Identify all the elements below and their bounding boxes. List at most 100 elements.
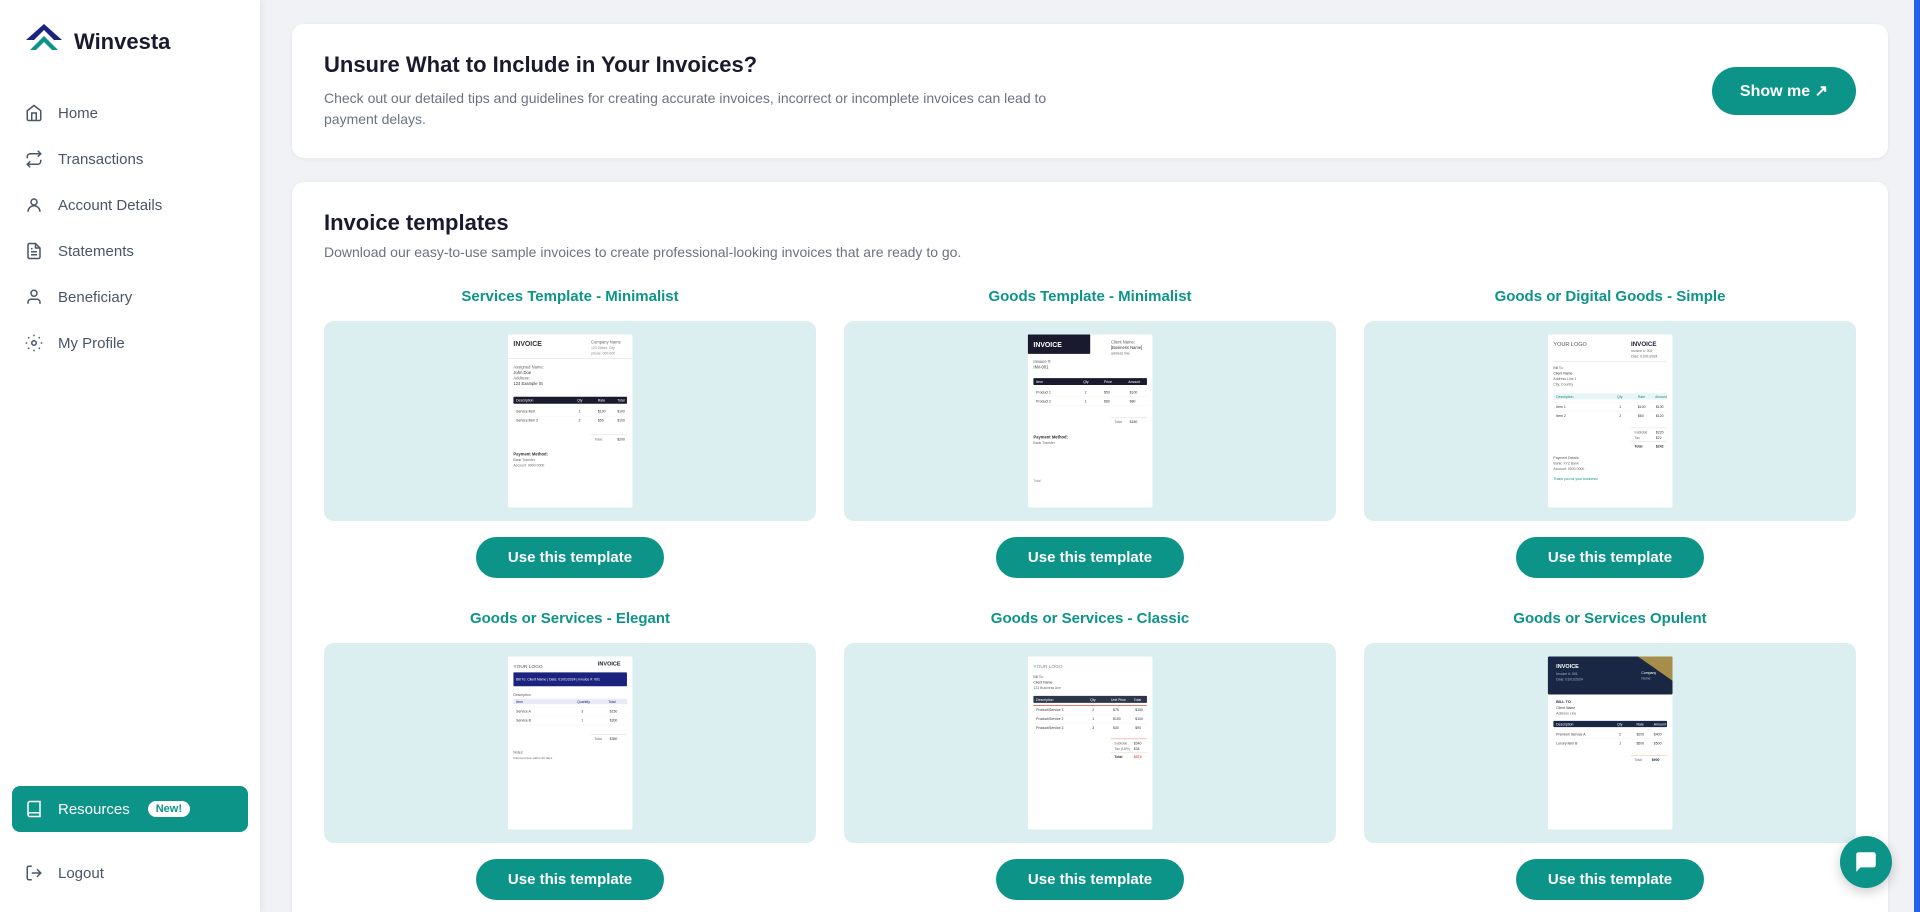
svg-text:$50: $50	[1104, 390, 1110, 394]
template-svg-goods-services-elegant: YOUR LOGO INVOICE Bill To: Client Name |…	[398, 653, 742, 833]
svg-text:Description: Description	[513, 693, 530, 697]
svg-text:$200: $200	[617, 437, 625, 441]
svg-text:3: 3	[1092, 726, 1094, 730]
svg-text:Payment Method:: Payment Method:	[513, 452, 548, 457]
template-title-goods-services-opulent: Goods or Services Opulent	[1513, 610, 1706, 627]
template-svg-services-minimalist: INVOICE Company Name 123 Street, City ph…	[398, 331, 742, 511]
use-template-button-goods-services-opulent[interactable]: Use this template	[1516, 859, 1704, 900]
sidebar-bottom: Logout	[0, 850, 260, 912]
sidebar-item-transactions[interactable]: Transactions	[0, 136, 260, 182]
svg-text:Luxury Item B: Luxury Item B	[1556, 741, 1578, 745]
svg-text:Description: Description	[1036, 698, 1053, 702]
svg-text:Date: 01/01/2024: Date: 01/01/2024	[1556, 678, 1583, 682]
template-card-goods-minimalist: Goods Template - Minimalist INVOICE Clie…	[844, 288, 1336, 578]
show-me-button[interactable]: Show me ↗	[1712, 67, 1856, 115]
svg-text:Amount: Amount	[1655, 395, 1667, 399]
svg-text:Total: Total	[608, 700, 616, 704]
template-svg-goods-services-opulent: INVOICE Invoice #: 001 Date: 01/01/2024 …	[1438, 653, 1782, 833]
svg-text:Client Name:: Client Name:	[1111, 339, 1135, 344]
svg-text:Subtotal: Subtotal	[1634, 430, 1647, 434]
template-preview-goods-minimalist: INVOICE Client Name: [Business Name] add…	[844, 321, 1336, 521]
banner-description: Check out our detailed tips and guidelin…	[324, 88, 1084, 130]
sidebar-item-beneficiary-label: Beneficiary	[58, 289, 132, 306]
svg-text:John Doe: John Doe	[513, 370, 531, 375]
svg-text:Invoice #:: Invoice #:	[1033, 359, 1051, 364]
sidebar-item-logout[interactable]: Logout	[0, 850, 260, 896]
sidebar-item-my-profile[interactable]: My Profile	[0, 320, 260, 366]
chat-bubble-button[interactable]	[1840, 836, 1892, 888]
svg-text:Bank: XYZ Bank: Bank: XYZ Bank	[1553, 462, 1579, 466]
svg-text:Service A: Service A	[516, 710, 531, 714]
chat-icon	[1853, 849, 1879, 875]
svg-text:1: 1	[581, 719, 583, 723]
svg-text:$100: $100	[1638, 405, 1646, 409]
svg-text:Name: Name	[1641, 676, 1650, 680]
svg-text:$100: $100	[1135, 717, 1143, 721]
sidebar-item-resources[interactable]: Resources New!	[12, 786, 248, 832]
svg-text:$100: $100	[1129, 390, 1137, 394]
svg-text:Total: Total	[1114, 420, 1122, 424]
svg-text:Service B: Service B	[516, 719, 531, 723]
account-details-icon	[24, 195, 44, 215]
svg-text:Unit Price: Unit Price	[1111, 698, 1126, 702]
svg-text:Client Name: Client Name	[1556, 706, 1575, 710]
svg-text:Invoice #: 001: Invoice #: 001	[1631, 349, 1653, 353]
sidebar-item-transactions-label: Transactions	[58, 151, 143, 168]
svg-text:$340: $340	[1134, 741, 1142, 745]
logo-icon	[24, 22, 64, 62]
use-template-button-goods-minimalist[interactable]: Use this template	[996, 537, 1184, 578]
svg-text:Product/Service 2: Product/Service 2	[1036, 717, 1063, 721]
use-template-button-goods-digital-simple[interactable]: Use this template	[1516, 537, 1704, 578]
svg-text:1: 1	[1092, 717, 1094, 721]
template-preview-goods-services-classic: YOUR LOGO Bill To: Client Name 123 Busin…	[844, 643, 1336, 843]
svg-text:$75: $75	[1113, 708, 1119, 712]
svg-text:Company: Company	[1641, 671, 1656, 675]
svg-text:2: 2	[1619, 414, 1621, 418]
home-icon	[24, 103, 44, 123]
svg-text:Invoice #: 001: Invoice #: 001	[1556, 672, 1578, 676]
svg-text:Tax: Tax	[1634, 436, 1640, 440]
svg-text:Total: Total	[1634, 444, 1642, 448]
svg-text:Subtotal: Subtotal	[1114, 741, 1127, 745]
svg-text:$80: $80	[1104, 399, 1110, 403]
svg-text:City, Country: City, Country	[1553, 383, 1573, 387]
template-card-goods-services-elegant: Goods or Services - Elegant YOUR LOGO IN…	[324, 610, 816, 900]
templates-description: Download our easy-to-use sample invoices…	[324, 244, 1856, 260]
use-template-button-services-minimalist[interactable]: Use this template	[476, 537, 664, 578]
templates-grid: Services Template - Minimalist INVOICE C…	[324, 288, 1856, 900]
svg-text:Item: Item	[1036, 380, 1043, 384]
info-banner: Unsure What to Include in Your Invoices?…	[292, 24, 1888, 158]
svg-text:YOUR LOGO: YOUR LOGO	[1553, 342, 1587, 348]
sidebar-item-home[interactable]: Home	[0, 90, 260, 136]
svg-text:Qty: Qty	[1617, 723, 1623, 727]
svg-text:Bill To: Client Name | Date: 0: Bill To: Client Name | Date: 01/01/2024 …	[516, 678, 600, 682]
use-template-button-goods-services-elegant[interactable]: Use this template	[476, 859, 664, 900]
svg-text:123 Example St: 123 Example St	[513, 381, 543, 386]
svg-text:Payment Details:: Payment Details:	[1553, 456, 1579, 460]
template-card-services-minimalist: Services Template - Minimalist INVOICE C…	[324, 288, 816, 578]
svg-text:INVOICE: INVOICE	[1631, 341, 1657, 348]
svg-text:Bill To:: Bill To:	[1033, 675, 1043, 679]
sidebar-item-home-label: Home	[58, 105, 98, 122]
sidebar-item-statements[interactable]: Statements	[0, 228, 260, 274]
sidebar-item-beneficiary[interactable]: Beneficiary	[0, 274, 260, 320]
svg-text:Total: Total	[1114, 755, 1122, 759]
svg-text:Product 1: Product 1	[1036, 390, 1051, 394]
beneficiary-icon	[24, 287, 44, 307]
svg-text:Description: Description	[516, 399, 533, 403]
svg-text:$90: $90	[1135, 726, 1141, 730]
svg-text:$100: $100	[1113, 717, 1121, 721]
svg-text:$220: $220	[1656, 430, 1664, 434]
sidebar-item-account-details[interactable]: Account Details	[0, 182, 260, 228]
svg-text:2: 2	[1619, 732, 1621, 736]
svg-text:Amount: Amount	[1128, 380, 1140, 384]
banner-text: Unsure What to Include in Your Invoices?…	[324, 52, 1084, 130]
svg-text:INVOICE: INVOICE	[1556, 664, 1579, 670]
svg-text:Address:: Address:	[513, 375, 529, 380]
use-template-button-goods-services-classic[interactable]: Use this template	[996, 859, 1184, 900]
svg-text:Qty: Qty	[1083, 380, 1089, 384]
svg-text:Item 2: Item 2	[1556, 414, 1566, 418]
template-card-goods-services-classic: Goods or Services - Classic YOUR LOGO Bi…	[844, 610, 1336, 900]
svg-text:Total: Total	[594, 737, 602, 741]
svg-text:$150: $150	[609, 710, 617, 714]
